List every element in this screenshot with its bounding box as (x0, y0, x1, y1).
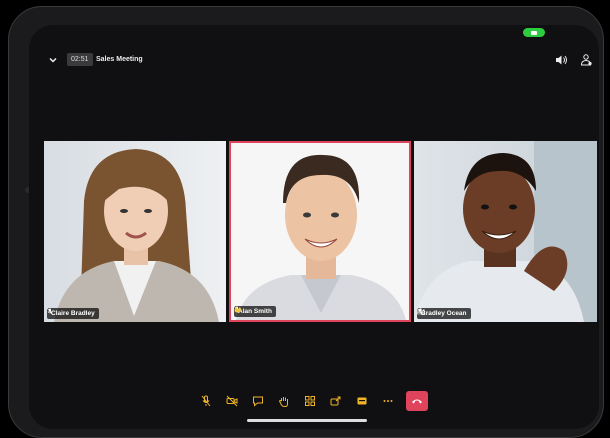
panel-button[interactable] (349, 390, 375, 412)
participants-icon[interactable] (579, 53, 593, 67)
share-button[interactable] (323, 390, 349, 412)
more-options-button[interactable] (375, 390, 401, 412)
video-tile-3[interactable]: Bradley Ocean (414, 141, 597, 322)
meeting-header: 02:51 Sales Meeting (29, 49, 599, 71)
video-off-icon (226, 395, 238, 407)
share-screen-icon (330, 396, 341, 406)
meeting-screen: 02:51 Sales Meeting Claire Bradley Alan … (29, 25, 599, 429)
video-toggle-button[interactable] (219, 390, 245, 412)
grid-icon (305, 396, 315, 406)
end-call-button[interactable] (406, 391, 428, 411)
meeting-controls (193, 390, 428, 412)
raise-hand-icon (278, 397, 288, 407)
layout-button[interactable] (297, 390, 323, 412)
home-indicator[interactable] (247, 419, 367, 422)
host-crown-icon (417, 308, 425, 315)
participant-video (414, 141, 597, 322)
mute-button[interactable] (193, 390, 219, 412)
status-bar (29, 25, 599, 39)
hand-wave-icon (234, 307, 241, 313)
panel-icon (357, 397, 367, 405)
video-tile-2-active-speaker[interactable]: Alan Smith (229, 141, 411, 322)
chevron-down-icon[interactable] (47, 54, 59, 66)
participant-name-tag: Alan Smith (234, 306, 276, 317)
tablet-frame: 02:51 Sales Meeting Claire Bradley Alan … (8, 6, 604, 438)
participant-name: Bradley Ocean (421, 310, 467, 317)
raise-hand-button[interactable] (271, 390, 297, 412)
participant-name: Claire Bradley (51, 310, 95, 317)
chat-button[interactable] (245, 390, 271, 412)
mic-off-icon (201, 395, 211, 407)
speaker-icon[interactable] (554, 53, 568, 67)
participant-video (236, 154, 406, 320)
camera-in-use-indicator (523, 28, 545, 37)
muted-mic-icon (47, 308, 53, 315)
chat-icon (253, 396, 263, 407)
participant-video (54, 149, 219, 322)
ellipsis-icon (383, 400, 393, 402)
participant-name-tag: Claire Bradley (47, 308, 99, 319)
video-tile-1[interactable]: Claire Bradley (44, 141, 226, 322)
participant-name: Alan Smith (238, 308, 272, 315)
meeting-title: Sales Meeting (96, 56, 143, 63)
phone-hangup-icon (412, 399, 422, 404)
meeting-timer: 02:51 (67, 53, 93, 66)
participant-name-tag: Bradley Ocean (417, 308, 471, 319)
